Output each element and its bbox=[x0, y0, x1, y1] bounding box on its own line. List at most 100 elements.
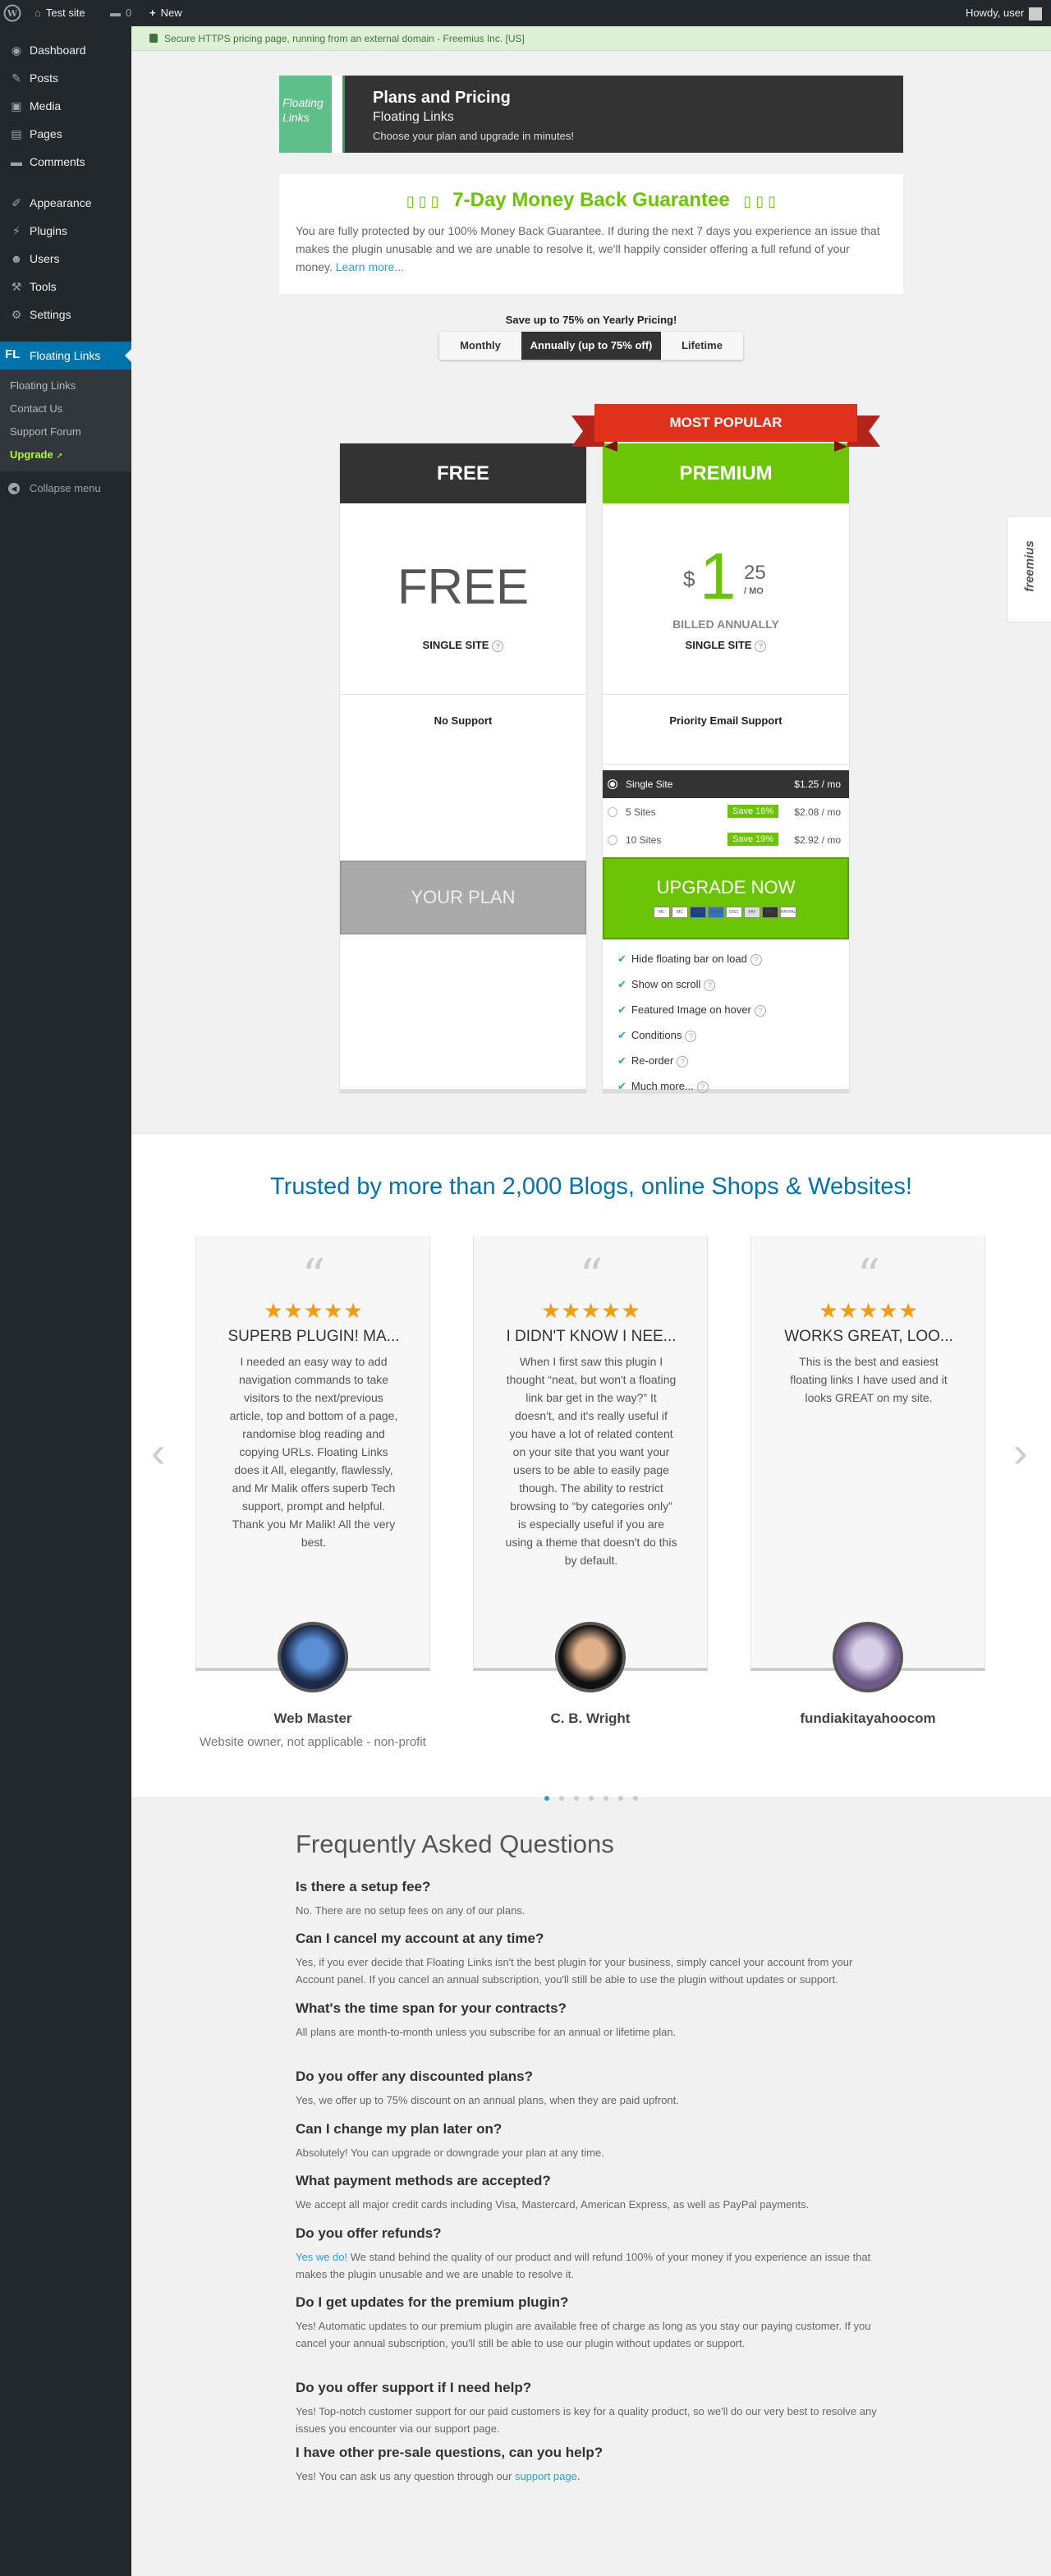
tab-annually[interactable]: Annually (up to 75% off) bbox=[521, 332, 661, 360]
faq-item: What's the time span for your contracts?… bbox=[296, 2000, 887, 2041]
settings-icon: ⚙ bbox=[11, 308, 22, 321]
license-option[interactable]: 5 Sites Save 16% $2.08 / mo bbox=[603, 798, 849, 826]
learn-more-link[interactable]: Learn more... bbox=[336, 260, 404, 273]
sidebar-item-appearance[interactable]: ✐ Appearance bbox=[0, 189, 131, 217]
payment-card-icon: DISC bbox=[726, 907, 742, 918]
author-avatar bbox=[278, 1622, 348, 1692]
faq-question: Can I cancel my account at any time? bbox=[296, 1931, 544, 1946]
help-icon[interactable]: ? bbox=[677, 1055, 689, 1068]
help-icon[interactable]: ? bbox=[755, 640, 767, 652]
wordpress-logo-icon[interactable]: W bbox=[3, 0, 23, 26]
sidebar-item-label: Comments bbox=[30, 155, 85, 168]
faq-item: Do I get updates for the premium plugin?… bbox=[296, 2294, 887, 2352]
payment-card-icon: DCL bbox=[762, 907, 778, 918]
carousel-dot[interactable] bbox=[633, 1796, 638, 1801]
sidebar-item-comments[interactable]: ▬ Comments bbox=[0, 148, 131, 176]
help-icon[interactable]: ? bbox=[750, 953, 762, 966]
admin-bar-new[interactable]: + New bbox=[149, 0, 182, 26]
users-icon: ☻ bbox=[10, 252, 23, 265]
plus-icon: + bbox=[149, 7, 156, 19]
comment-bubble-icon: ▬ bbox=[110, 7, 121, 19]
support-page-link[interactable]: support page bbox=[515, 2470, 577, 2482]
sidebar-item-posts[interactable]: ✎ Posts bbox=[0, 64, 131, 92]
help-icon[interactable]: ? bbox=[704, 979, 716, 991]
feature-label: Hide floating bar on load bbox=[631, 953, 747, 965]
sidebar-item-pages[interactable]: ▤ Pages bbox=[0, 120, 131, 148]
submenu-support-forum[interactable]: Support Forum bbox=[0, 420, 131, 443]
payment-cards: MC MC VISA AMEX DISC PAY DCL PAYPAL bbox=[654, 907, 801, 920]
carousel-dots bbox=[131, 1791, 1051, 1801]
submenu-upgrade[interactable]: Upgrade ➚ bbox=[0, 443, 131, 466]
checkmark-icon: ✔ bbox=[617, 1054, 626, 1067]
header-tagline: Choose your plan and upgrade in minutes! bbox=[373, 130, 574, 142]
sidebar-item-label: Settings bbox=[30, 308, 71, 321]
sidebar-item-tools[interactable]: ⚒ Tools bbox=[0, 273, 131, 301]
license-selector: Single Site $1.25 / mo 5 Sites Save 16% $2.0… bbox=[603, 770, 849, 854]
premium-plan-name: PREMIUM bbox=[603, 443, 849, 503]
help-icon[interactable]: ? bbox=[685, 1030, 697, 1042]
carousel-prev-button[interactable]: ‹ bbox=[151, 1431, 165, 1474]
sidebar-item-plugins[interactable]: ⚡ Plugins bbox=[0, 217, 131, 245]
testimonial-card: “★★★★★ I DIDN'T KNOW I NEE... When I first… bbox=[473, 1236, 708, 1671]
sidebar-item-floating-links[interactable]: FL Floating Links bbox=[0, 342, 131, 370]
sidebar-item-settings[interactable]: ⚙ Settings bbox=[0, 301, 131, 328]
radio-button[interactable] bbox=[608, 835, 617, 845]
help-icon[interactable]: ? bbox=[696, 1081, 709, 1093]
radio-button[interactable] bbox=[608, 779, 617, 789]
sidebar-item-users[interactable]: ☻ Users bbox=[0, 245, 131, 273]
feature-label: Conditions bbox=[631, 1029, 682, 1041]
license-option[interactable]: Single Site $1.25 / mo bbox=[603, 770, 849, 798]
feature-label: Re-order bbox=[631, 1054, 674, 1067]
carousel-dot[interactable] bbox=[559, 1796, 564, 1801]
sidebar-item-media[interactable]: ▣ Media bbox=[0, 92, 131, 120]
feature-item: ✔ Much more...? bbox=[617, 1080, 709, 1093]
wrench-icon: ⚒ bbox=[11, 280, 22, 293]
checkmark-icon: ✔ bbox=[617, 978, 626, 990]
premium-plan-card: PREMIUM $ 1 25 / MO BILLED ANNUALLY SING… bbox=[603, 443, 849, 1093]
sidebar-item-label: Media bbox=[30, 99, 62, 112]
tab-monthly[interactable]: Monthly bbox=[439, 332, 521, 360]
collapse-menu-button[interactable]: ◀ Collapse menu bbox=[0, 475, 131, 503]
green-ribbon-icon: ▯ ▯ ▯ bbox=[406, 193, 439, 209]
carousel-dot[interactable] bbox=[574, 1796, 579, 1801]
payment-card-icon: MC bbox=[654, 907, 670, 918]
faq-item: Can I cancel my account at any time? Yes,… bbox=[296, 1931, 887, 1988]
collapse-arrow-icon: ◀ bbox=[8, 483, 20, 494]
help-icon[interactable]: ? bbox=[492, 640, 504, 652]
faq-question: Do you offer support if I need help? bbox=[296, 2380, 532, 2395]
admin-bar-account[interactable]: Howdy, user bbox=[966, 0, 1043, 26]
carousel-dot[interactable] bbox=[604, 1796, 608, 1801]
radio-button[interactable] bbox=[608, 807, 617, 817]
payment-card-icon: AMEX bbox=[708, 907, 724, 918]
testimonial-card: “★★★★★ SUPERB PLUGIN! MA... I needed an ea… bbox=[195, 1236, 430, 1671]
powered-by-freemius-badge[interactable]: freemius bbox=[1007, 516, 1051, 622]
payment-card-icon: PAY bbox=[744, 907, 760, 918]
admin-bar-comments[interactable]: ▬ 0 bbox=[110, 0, 131, 26]
license-option[interactable]: 10 Sites Save 19% $2.92 / mo bbox=[603, 826, 849, 854]
sidebar-item-dashboard[interactable]: ◉ Dashboard bbox=[0, 36, 131, 64]
faq-answer: Yes we do! We stand behind the quality o… bbox=[296, 2251, 871, 2280]
green-ribbon-icon: ▯ ▯ ▯ bbox=[743, 193, 777, 209]
tab-lifetime[interactable]: Lifetime bbox=[661, 332, 743, 360]
upgrade-arrow-icon: ➚ bbox=[56, 452, 63, 461]
upgrade-now-button[interactable]: UPGRADE NOW MC MC VISA AMEX DISC PAY DCL PAYPAL bbox=[603, 857, 849, 939]
faq-link[interactable]: Yes we do! bbox=[296, 2251, 347, 2263]
carousel-dot[interactable] bbox=[544, 1796, 549, 1801]
carousel-dot[interactable] bbox=[618, 1796, 623, 1801]
carousel-next-button[interactable]: › bbox=[1013, 1431, 1027, 1474]
faq-question: Can I change my plan later on? bbox=[296, 2121, 503, 2137]
submenu-floating-links[interactable]: Floating Links bbox=[0, 374, 131, 397]
license-price: $2.92 / mo bbox=[794, 834, 841, 846]
carousel-dot[interactable] bbox=[589, 1796, 594, 1801]
testimonial-title: WORKS GREAT, LOO... bbox=[784, 1328, 953, 1345]
quote-icon: “ bbox=[301, 1250, 326, 1303]
plugin-name: Floating Links bbox=[373, 110, 454, 124]
plugin-logo: Floating Links bbox=[279, 76, 345, 153]
submenu-contact-us[interactable]: Contact Us bbox=[0, 397, 131, 420]
admin-bar-site[interactable]: ⌂ Test site bbox=[34, 0, 85, 26]
faq-answer: We accept all major credit cards includi… bbox=[296, 2198, 810, 2211]
five-stars-icon: ★★★★★ bbox=[541, 1298, 641, 1323]
save-badge: Save 16% bbox=[727, 805, 779, 818]
help-icon[interactable]: ? bbox=[754, 1004, 766, 1017]
faq-answer: Yes, we offer up to 75% discount on an a… bbox=[296, 2094, 679, 2106]
